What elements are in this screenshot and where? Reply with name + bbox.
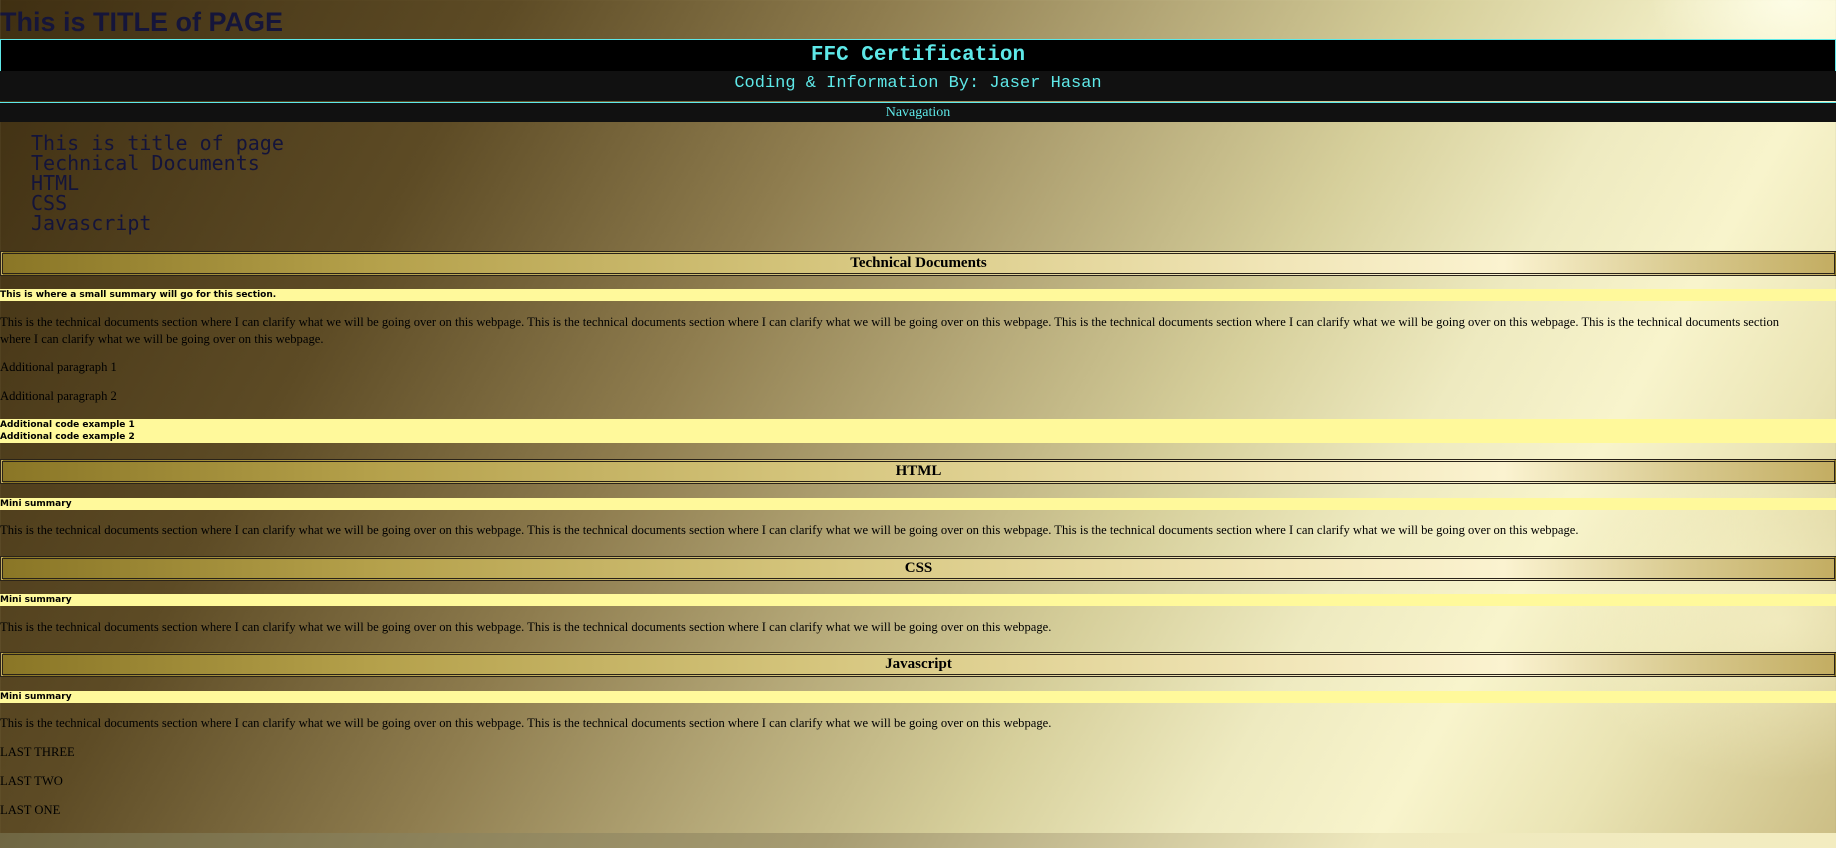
code-examples-block: Additional code example 1 Additional cod… bbox=[0, 419, 1836, 443]
nav-item-title: This is title of page bbox=[31, 133, 284, 153]
section-body-css: This is the technical documents section … bbox=[0, 620, 1052, 634]
nav-item-javascript: Javascript bbox=[31, 213, 284, 233]
section-body-technical-documents: This is the technical documents section … bbox=[0, 315, 1780, 346]
navigation-header: Navagation bbox=[0, 102, 1836, 122]
author-banner: Coding & Information By: Jaser Hasan bbox=[0, 71, 1836, 101]
section-heading-javascript: Javascript bbox=[0, 652, 1836, 677]
last-one-paragraph: LAST ONE bbox=[0, 803, 61, 817]
section-heading-html: HTML bbox=[0, 459, 1836, 484]
section-summary-javascript: Mini summary bbox=[0, 691, 1836, 703]
nav-item-css: CSS bbox=[31, 193, 284, 213]
nav-item-html: HTML bbox=[31, 173, 284, 193]
section-summary-technical-documents: This is where a small summary will go fo… bbox=[0, 289, 1836, 301]
last-three-paragraph: LAST THREE bbox=[0, 745, 75, 759]
page-bottom-strip bbox=[0, 833, 1836, 848]
section-body-html: This is the technical documents section … bbox=[0, 523, 1579, 537]
section-heading-css: CSS bbox=[0, 556, 1836, 581]
certification-banner: FFC Certification bbox=[0, 39, 1836, 72]
section-summary-css: Mini summary bbox=[0, 594, 1836, 606]
code-example-1: Additional code example 1 bbox=[0, 420, 135, 430]
section-body-javascript: This is the technical documents section … bbox=[0, 716, 1052, 730]
code-example-2: Additional code example 2 bbox=[0, 432, 135, 442]
last-two-paragraph: LAST TWO bbox=[0, 774, 63, 788]
additional-paragraph-2: Additional paragraph 2 bbox=[0, 389, 117, 403]
section-heading-technical-documents: Technical Documents bbox=[0, 251, 1836, 276]
nav-item-technical-documents: Technical Documents bbox=[31, 153, 284, 173]
additional-paragraph-1: Additional paragraph 1 bbox=[0, 360, 117, 374]
section-summary-html: Mini summary bbox=[0, 498, 1836, 510]
nav-link-javascript[interactable]: Javascript bbox=[31, 211, 151, 235]
nav-list: This is title of page Technical Document… bbox=[31, 133, 284, 233]
page-title: This is TITLE of PAGE bbox=[0, 7, 284, 37]
